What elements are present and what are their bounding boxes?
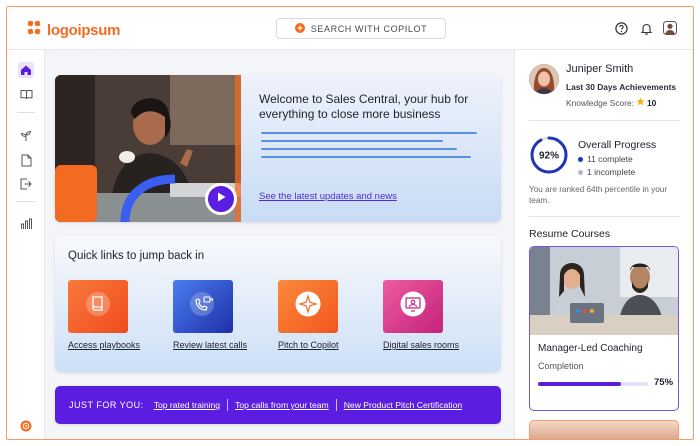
course-card-next[interactable]	[529, 420, 679, 439]
complete-dot-icon	[578, 156, 583, 162]
profile-icon[interactable]	[663, 21, 677, 35]
quick-link-pitch[interactable]: Pitch to Copilot	[278, 340, 339, 350]
sparkle-icon	[295, 291, 321, 322]
just-for-you-label: JUST FOR YOU:	[69, 400, 144, 410]
plant-icon[interactable]	[18, 128, 34, 144]
course-image	[530, 247, 678, 335]
knowledge-score: Knowledge Score: 10	[566, 97, 656, 108]
quick-link-rooms-tile[interactable]	[383, 280, 443, 333]
presenter-icon	[400, 291, 426, 322]
book-icon[interactable]	[18, 86, 34, 102]
app-frame: logoipsum SEARCH WITH COPILOT Welcome to…	[6, 6, 694, 440]
export-icon[interactable]	[18, 176, 34, 192]
logo-text: logoipsum	[47, 22, 121, 39]
book-icon	[86, 292, 110, 321]
course-percent: 75%	[654, 377, 674, 388]
link-product-pitch-cert[interactable]: New Product Pitch Certification	[344, 400, 462, 410]
hero-image	[55, 75, 241, 222]
link-top-rated-training[interactable]: Top rated training	[154, 400, 220, 410]
achievements-subtitle: Last 30 Days Achievements	[566, 82, 677, 92]
course-status: Completion	[538, 361, 584, 371]
knowledge-score-value: 10	[646, 97, 657, 108]
resume-courses-title: Resume Courses	[529, 228, 611, 240]
document-icon[interactable]	[18, 152, 34, 168]
divider	[335, 399, 337, 411]
quick-link-pitch-tile[interactable]	[278, 280, 338, 333]
course-progress-fill	[538, 382, 621, 386]
copilot-icon	[294, 22, 305, 35]
play-icon	[215, 190, 227, 208]
bar-chart-icon[interactable]	[18, 216, 34, 232]
bell-icon[interactable]	[639, 21, 653, 35]
hero-title: Welcome to Sales Central, your hub for e…	[259, 92, 469, 121]
search-copilot-button[interactable]: SEARCH WITH COPILOT	[276, 18, 446, 39]
divider	[529, 120, 680, 121]
left-sidebar	[7, 50, 45, 439]
home-icon[interactable]	[18, 62, 34, 78]
logo-mark-icon	[25, 19, 43, 42]
quick-link-calls-tile[interactable]	[173, 280, 233, 333]
help-icon[interactable]	[614, 21, 628, 35]
latest-updates-link[interactable]: See the latest updates and news	[259, 191, 397, 202]
search-copilot-label: SEARCH WITH COPILOT	[310, 23, 428, 34]
course-title: Manager-Led Coaching	[538, 343, 643, 354]
quick-link-calls[interactable]: Review latest calls	[173, 340, 247, 350]
quick-link-playbooks[interactable]: Access playbooks	[68, 340, 140, 350]
star-icon	[636, 97, 645, 108]
quick-links-title: Quick links to jump back in	[68, 250, 205, 262]
incomplete-dot-icon	[578, 169, 583, 175]
overall-progress-ring: 92%	[529, 135, 569, 175]
progress-incomplete-label: 1 incomplete	[587, 167, 636, 177]
knowledge-score-label: Knowledge Score:	[566, 97, 634, 108]
quick-link-playbooks-tile[interactable]	[68, 280, 128, 333]
divider	[529, 216, 680, 217]
link-top-calls[interactable]: Top calls from your team	[235, 400, 329, 410]
copilot-icon[interactable]	[18, 418, 34, 434]
main-content: Welcome to Sales Central, your hub for e…	[45, 50, 514, 439]
progress-complete-label: 11 complete	[587, 154, 633, 164]
progress-percent: 92%	[539, 151, 559, 162]
progress-incomplete: 1 incomplete	[578, 167, 635, 177]
quick-links-card: Quick links to jump back in Access playb…	[55, 236, 501, 372]
phone-video-icon	[190, 292, 216, 321]
avatar[interactable]	[529, 64, 559, 94]
welcome-hero-card: Welcome to Sales Central, your hub for e…	[55, 75, 501, 222]
overall-progress-title: Overall Progress	[578, 139, 657, 151]
hero-decor-lines	[261, 132, 477, 164]
user-name: Juniper Smith	[566, 63, 634, 75]
rank-text: You are ranked 64th percentile in your t…	[529, 185, 668, 205]
course-progress-bar	[538, 382, 648, 386]
divider	[227, 399, 229, 411]
progress-complete: 11 complete	[578, 154, 633, 164]
course-card[interactable]: Manager-Led Coaching Completion 75%	[529, 246, 679, 411]
just-for-you-bar: JUST FOR YOU: Top rated training Top cal…	[55, 386, 501, 424]
logo[interactable]: logoipsum	[25, 19, 120, 42]
top-header: logoipsum SEARCH WITH COPILOT	[7, 7, 693, 50]
right-panel: Juniper Smith Last 30 Days Achievements …	[514, 50, 693, 439]
play-video-button[interactable]	[205, 183, 237, 215]
quick-link-rooms[interactable]: Digital sales rooms	[383, 340, 459, 350]
